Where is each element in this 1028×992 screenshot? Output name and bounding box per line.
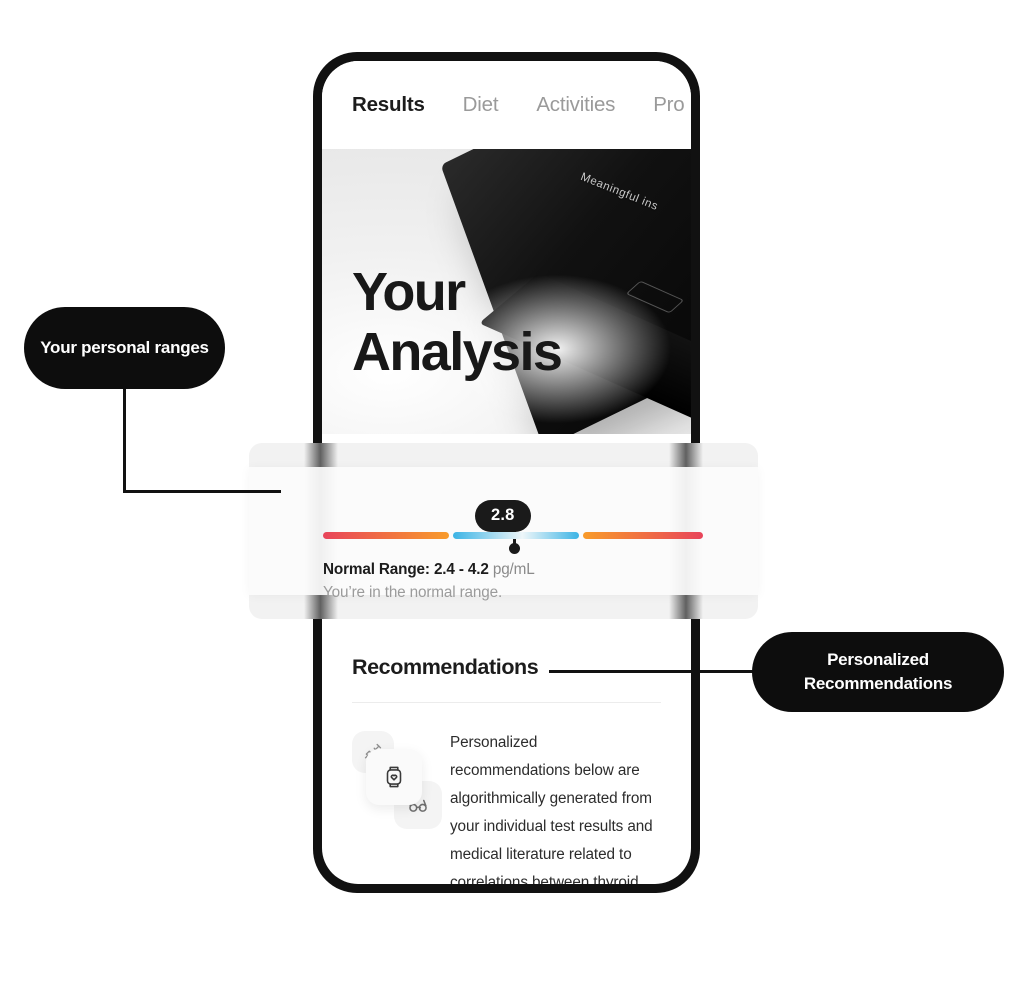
result-range-widget: 2.8 Normal Range: 2.4 - 4.2 pg/mL You’re…: [323, 467, 703, 601]
callout-connector-ranges-horizontal: [123, 490, 281, 493]
recommendations-body: Personalized recommendations below are a…: [352, 729, 661, 884]
callout-your-personal-ranges: Your personal ranges: [24, 307, 225, 389]
normal-range-value: Normal Range: 2.4 - 4.2: [323, 561, 489, 578]
hero-title-line-1: Your: [352, 262, 466, 322]
tab-results[interactable]: Results: [352, 93, 425, 117]
zoomed-result-card: 2.8 Normal Range: 2.4 - 4.2 pg/mL You’re…: [249, 443, 758, 619]
range-segment-high: [583, 532, 703, 539]
recommendations-section: Recommendations Personalized recommendat…: [322, 641, 691, 884]
section-divider: [352, 702, 661, 703]
value-marker-dot: [508, 543, 520, 554]
callout-recs-label: Personalized Recommendations: [803, 649, 953, 693]
recommendations-description: Personalized recommendations below are a…: [450, 734, 653, 884]
range-segment-normal: [453, 532, 579, 539]
page-title: Your Analysis: [352, 262, 563, 383]
tab-bar: Results Diet Activities Pro: [322, 61, 691, 149]
recommendation-icon-cluster: [352, 729, 442, 829]
range-segment-low: [323, 532, 449, 539]
result-value-badge: 2.8: [475, 500, 531, 532]
smartwatch-icon-tile: [366, 749, 422, 805]
recommendations-title: Recommendations: [352, 655, 539, 679]
callout-connector-ranges-vertical: [123, 387, 126, 493]
tab-diet[interactable]: Diet: [463, 93, 499, 117]
range-status-text: You’re in the normal range.: [323, 584, 503, 601]
range-gradient-bar: [323, 532, 703, 539]
tab-activities[interactable]: Activities: [536, 93, 615, 117]
tab-profile[interactable]: Pro: [653, 93, 685, 117]
callout-personalized-recommendations: Personalized Recommendations: [752, 632, 1004, 712]
callout-ranges-label: Your personal ranges: [40, 337, 209, 357]
callout-connector-recs-horizontal: [549, 670, 764, 673]
normal-range-unit: pg/mL: [492, 561, 535, 578]
normal-range-label: Normal Range: 2.4 - 4.2 pg/mL: [323, 561, 535, 579]
smartwatch-heart-icon: [381, 764, 407, 790]
hero-title-line-2: Analysis: [352, 322, 563, 383]
hero-banner: Meaningful ins Your Analysis: [322, 149, 691, 434]
